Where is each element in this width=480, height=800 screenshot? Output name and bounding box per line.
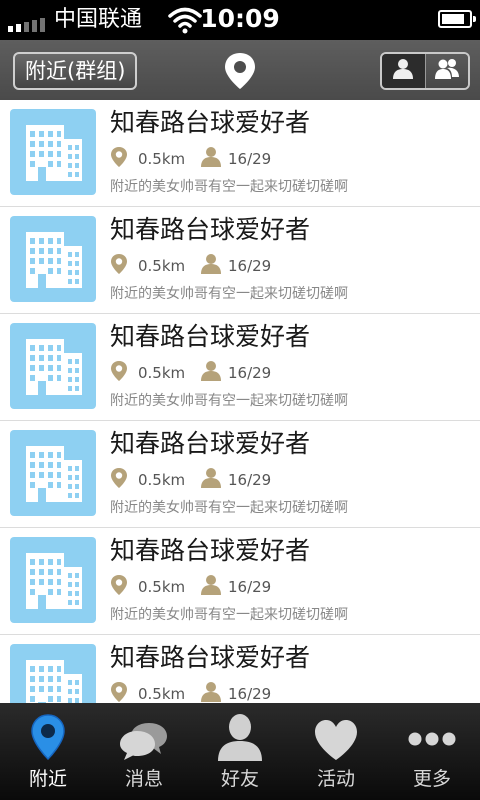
nearby-groups-button[interactable]: 附近(群组) <box>13 52 138 90</box>
clock: 10:09 <box>200 4 280 33</box>
group-avatar <box>10 216 96 302</box>
tab-label: 消息 <box>124 768 163 790</box>
group-member-count: 16/29 <box>228 150 272 168</box>
group-name: 知春路台球爱好者 <box>110 643 311 672</box>
tab-label: 活动 <box>316 768 355 790</box>
person-icon <box>200 574 222 603</box>
person-icon <box>200 467 222 496</box>
tab-activities[interactable]: 活动 <box>288 703 384 800</box>
tab-label: 好友 <box>220 768 259 790</box>
battery-level <box>442 14 464 24</box>
group-member-count: 16/29 <box>228 471 272 489</box>
person-icon <box>392 58 414 84</box>
group-name: 知春路台球爱好者 <box>110 429 311 458</box>
list-item[interactable]: 知春路台球爱好者 0.5km 16/29 附近的美女帅哥有空一起来切磋切磋啊 <box>0 314 480 421</box>
building-icon <box>10 232 96 306</box>
tab-more[interactable]: 更多 <box>384 703 480 800</box>
tab-friends[interactable]: 好友 <box>192 703 288 800</box>
building-icon <box>10 446 96 520</box>
group-avatar <box>10 109 96 195</box>
group-description: 附近的美女帅哥有空一起来切磋切磋啊 <box>110 500 348 516</box>
person-view-toggle[interactable] <box>382 54 425 88</box>
group-member-count: 16/29 <box>228 257 272 275</box>
group-description: 附近的美女帅哥有空一起来切磋切磋啊 <box>110 607 348 623</box>
person-icon <box>200 681 222 703</box>
status-bar: 中国联通 10:09 <box>0 0 480 40</box>
building-icon <box>10 125 96 199</box>
group-distance: 0.5km <box>138 471 186 489</box>
group-name: 知春路台球爱好者 <box>110 108 311 137</box>
person-icon <box>200 253 222 282</box>
group-member-count: 16/29 <box>228 364 272 382</box>
group-distance: 0.5km <box>138 578 186 596</box>
group-avatar <box>10 430 96 516</box>
group-distance: 0.5km <box>138 257 186 275</box>
list-item[interactable]: 知春路台球爱好者 0.5km 16/29 附近的美女帅哥有空一起来切磋切磋啊 <box>0 100 480 207</box>
location-pin-icon <box>110 574 128 603</box>
person-icon <box>217 713 263 765</box>
more-dots-icon <box>408 731 456 750</box>
location-pin-icon <box>110 467 128 496</box>
person-icon <box>200 146 222 175</box>
list-item[interactable]: 知春路台球爱好者 0.5km 16/29 附近的美女帅哥有空一起来切磋切磋啊 <box>0 421 480 528</box>
navigation-bar: 附近(群组) <box>0 40 480 100</box>
location-pin-icon[interactable] <box>223 52 257 94</box>
battery-icon <box>438 10 476 28</box>
group-member-count: 16/29 <box>228 578 272 596</box>
tab-label: 附近 <box>28 768 67 790</box>
location-pin-icon <box>110 360 128 389</box>
group-name: 知春路台球爱好者 <box>110 536 311 565</box>
group-name: 知春路台球爱好者 <box>110 215 311 244</box>
location-pin-icon <box>110 146 128 175</box>
group-view-toggle[interactable] <box>424 54 468 88</box>
tab-label: 更多 <box>412 768 451 790</box>
group-member-count: 16/29 <box>228 685 272 703</box>
list-item[interactable]: 知春路台球爱好者 0.5km 16/29 附近的美女帅哥有空一起来切磋切磋啊 <box>0 528 480 635</box>
group-name: 知春路台球爱好者 <box>110 322 311 351</box>
tab-messages[interactable]: 消息 <box>96 703 192 800</box>
group-avatar <box>10 537 96 623</box>
tab-nearby[interactable]: 附近 <box>0 703 96 800</box>
list-item[interactable]: 知春路台球爱好者 0.5km 16/29 附近的美女帅哥有空一起来切磋切磋啊 <box>0 207 480 314</box>
group-avatar <box>10 323 96 409</box>
group-distance: 0.5km <box>138 685 186 703</box>
tab-bar: 附近 消息 好友 活动 更多 <box>0 703 480 800</box>
group-description: 附近的美女帅哥有空一起来切磋切磋啊 <box>110 179 348 195</box>
person-icon <box>200 360 222 389</box>
view-toggle <box>380 52 470 90</box>
group-distance: 0.5km <box>138 364 186 382</box>
location-pin-icon <box>30 713 66 765</box>
location-pin-icon <box>110 253 128 282</box>
group-list[interactable]: 知春路台球爱好者 0.5km 16/29 附近的美女帅哥有空一起来切磋切磋啊 知… <box>0 100 480 703</box>
group-avatar <box>10 644 96 703</box>
group-icon <box>434 58 459 84</box>
building-icon <box>10 553 96 627</box>
list-item[interactable]: 知春路台球爱好者 0.5km 16/29 附近的美女帅哥有空一起来切磋切磋啊 <box>0 635 480 703</box>
group-description: 附近的美女帅哥有空一起来切磋切磋啊 <box>110 393 348 409</box>
heart-icon <box>313 719 359 765</box>
group-distance: 0.5km <box>138 150 186 168</box>
group-description: 附近的美女帅哥有空一起来切磋切磋啊 <box>110 286 348 302</box>
location-pin-icon <box>110 681 128 703</box>
chat-bubbles-icon <box>119 719 169 765</box>
building-icon <box>10 339 96 413</box>
